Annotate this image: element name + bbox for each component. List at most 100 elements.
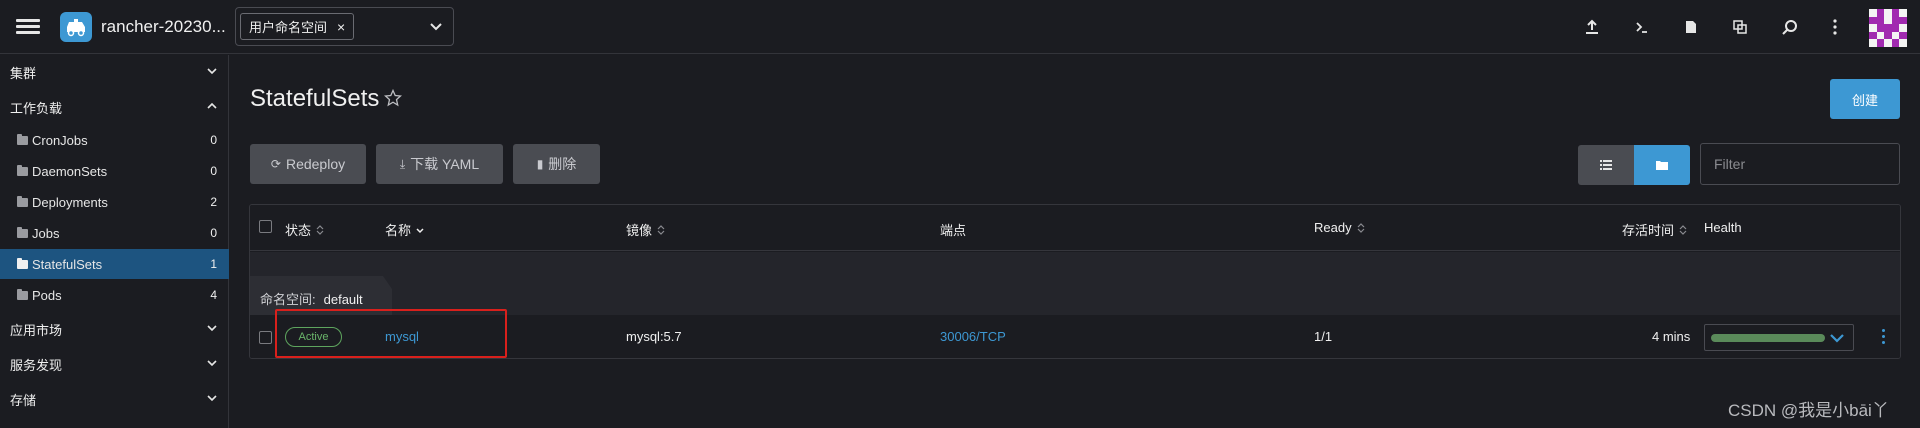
sort-icon <box>1679 224 1687 235</box>
group-view-button[interactable] <box>1634 145 1690 185</box>
column-endpoints: 端点 <box>940 220 966 239</box>
column-image[interactable]: 镜像 <box>626 220 665 239</box>
chevron-down-icon <box>207 68 217 75</box>
download-icon: ⤓ <box>399 156 406 171</box>
column-label: 镜像 <box>626 223 653 238</box>
chip-close-icon[interactable]: × <box>337 19 345 35</box>
column-status[interactable]: 状态 <box>285 220 324 239</box>
sidebar-group-workloads[interactable]: 工作负载 <box>0 92 229 122</box>
health-dropdown[interactable] <box>1704 324 1854 351</box>
page-title: StatefulSets <box>250 85 380 112</box>
row-checkbox[interactable] <box>259 331 272 344</box>
namespace-selector[interactable]: 用户命名空间 × <box>235 7 454 46</box>
sidebar-item-count: 4 <box>210 288 217 302</box>
namespace-group-label: 命名空间: default <box>260 289 363 308</box>
sidebar-item-count: 1 <box>210 257 217 271</box>
column-label: 端点 <box>940 223 967 238</box>
sidebar-item-label: Pods <box>32 287 62 303</box>
chevron-down-icon <box>1830 334 1844 343</box>
folder-icon <box>17 288 28 300</box>
select-all-checkbox[interactable] <box>259 220 272 233</box>
sort-icon <box>657 224 665 235</box>
folder-icon <box>17 133 28 145</box>
sort-icon <box>316 224 324 235</box>
sidebar-item-count: 0 <box>210 164 217 178</box>
star-icon[interactable] <box>384 89 402 107</box>
column-name[interactable]: 名称 <box>385 220 424 239</box>
folder-icon <box>17 195 28 207</box>
cluster-logo-icon[interactable] <box>60 12 92 42</box>
row-image: mysql:5.7 <box>626 329 682 344</box>
row-actions-icon[interactable] <box>1880 329 1886 347</box>
sidebar-group-storage[interactable]: 存储 <box>0 384 229 414</box>
folder-icon <box>1656 161 1668 170</box>
namespace-chip: 用户命名空间 × <box>240 13 355 40</box>
copy-icon[interactable] <box>1730 17 1750 37</box>
row-name-link[interactable]: mysql <box>385 329 419 344</box>
delete-button[interactable]: ▮ 删除 <box>513 144 600 184</box>
redeploy-button[interactable]: ⟳ Redeploy <box>250 144 366 184</box>
watermark: CSDN @我是小bāi丫 <box>1728 401 1889 420</box>
menu-icon[interactable] <box>16 16 40 38</box>
sidebar-group-apps[interactable]: 应用市场 <box>0 314 229 344</box>
statefulsets-table: 状态 名称 镜像 端点 Ready 存活时间 Health 命名空间: defau… <box>249 204 1901 359</box>
folder-icon <box>17 257 28 269</box>
namespace-label: 命名空间: <box>260 292 316 307</box>
namespace-group: 命名空间: default <box>250 252 1900 315</box>
column-health: Health <box>1704 220 1742 235</box>
top-header: rancher-20230... 用户命名空间 × <box>0 0 1920 54</box>
sidebar-item-label: DaemonSets <box>32 163 108 179</box>
sort-icon <box>1357 222 1365 233</box>
sidebar-group-service-discovery[interactable]: 服务发现 <box>0 349 229 379</box>
status-badge: Active <box>285 327 342 347</box>
more-vertical-icon[interactable] <box>1825 17 1845 37</box>
table-header: 状态 名称 镜像 端点 Ready 存活时间 Health <box>250 205 1900 251</box>
chevron-up-icon <box>207 102 217 109</box>
list-icon <box>1600 160 1612 170</box>
sidebar-group-label: 应用市场 <box>10 322 63 338</box>
sidebar-item-deployments[interactable]: Deployments 2 <box>0 187 229 217</box>
sidebar-item-count: 0 <box>210 226 217 240</box>
download-yaml-button[interactable]: ⤓ 下载 YAML <box>376 144 503 184</box>
sidebar-group-cluster[interactable]: 集群 <box>0 57 229 87</box>
sort-down-icon <box>416 227 424 233</box>
sidebar-item-cronjobs[interactable]: CronJobs 0 <box>0 125 229 155</box>
sidebar-item-label: Deployments <box>32 194 108 210</box>
create-button[interactable]: 创建 <box>1830 79 1900 119</box>
table-row[interactable]: Active mysql mysql:5.7 30006/TCP 1/1 4 m… <box>250 315 1900 358</box>
column-age[interactable]: 存活时间 <box>1622 220 1687 239</box>
cluster-name[interactable]: rancher-20230... <box>101 17 226 37</box>
sidebar: 集群 工作负载 CronJobs 0 DaemonSets 0 Deployme… <box>0 55 229 428</box>
sidebar-item-daemonsets[interactable]: DaemonSets 0 <box>0 156 229 186</box>
list-view-button[interactable] <box>1578 145 1634 185</box>
sidebar-item-statefulsets[interactable]: StatefulSets 1 <box>0 249 229 279</box>
namespace-value: default <box>323 292 363 307</box>
file-icon[interactable] <box>1681 17 1701 37</box>
health-bar <box>1711 334 1825 342</box>
sidebar-group-label: 服务发现 <box>10 357 63 373</box>
chevron-down-icon[interactable] <box>429 20 443 34</box>
redeploy-label: Redeploy <box>285 156 346 172</box>
user-avatar[interactable] <box>1869 9 1907 47</box>
filter-input[interactable] <box>1700 143 1900 185</box>
download-yaml-label: 下载 YAML <box>410 156 480 172</box>
namespace-chip-label: 用户命名空间 <box>249 20 328 35</box>
sidebar-item-label: Jobs <box>32 225 60 241</box>
chevron-down-icon <box>207 395 217 402</box>
sidebar-item-jobs[interactable]: Jobs 0 <box>0 218 229 248</box>
row-endpoint-link[interactable]: 30006/TCP <box>940 329 1006 344</box>
sidebar-item-count: 2 <box>210 195 217 209</box>
column-label: 状态 <box>285 223 312 238</box>
column-ready[interactable]: Ready <box>1314 220 1365 235</box>
sidebar-item-label: CronJobs <box>32 132 88 148</box>
upload-icon[interactable] <box>1582 17 1602 37</box>
column-label: Ready <box>1314 220 1352 235</box>
sidebar-group-label: 存储 <box>10 392 37 408</box>
sidebar-item-pods[interactable]: Pods 4 <box>0 280 229 310</box>
kubectl-shell-icon[interactable] <box>1632 17 1652 37</box>
sidebar-group-label: 工作负载 <box>10 100 63 116</box>
row-age: 4 mins <box>1652 329 1691 344</box>
chevron-down-icon <box>207 325 217 332</box>
row-ready: 1/1 <box>1314 329 1333 344</box>
search-icon[interactable] <box>1780 17 1800 37</box>
